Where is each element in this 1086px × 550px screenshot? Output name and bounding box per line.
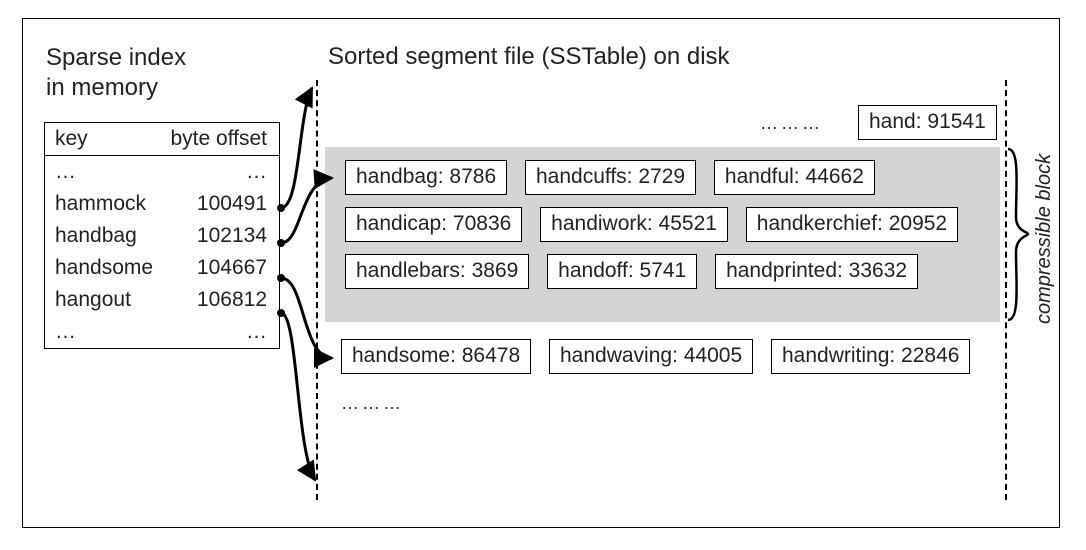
row-offset: 104667: [197, 256, 267, 280]
sparse-title-line1: Sparse index: [46, 44, 186, 71]
sstable-entry: handwaving: 44005: [549, 339, 753, 374]
sstable-entry: handiwork: 45521: [540, 207, 728, 242]
row-offset: 100491: [197, 192, 267, 216]
row-key: handbag: [55, 224, 197, 248]
sstable-entry: handicap: 70836: [345, 207, 522, 242]
block-row: handlebars: 3869 handoff: 5741 handprint…: [339, 249, 996, 294]
table-row: handbag 102134: [45, 220, 279, 252]
ellipsis-top: ………: [760, 113, 823, 134]
sstable-entry: handcuffs: 2729: [525, 160, 696, 195]
compressible-block: handbag: 8786 handcuffs: 2729 handful: 4…: [325, 147, 1000, 322]
row-key: handsome: [55, 256, 197, 280]
row-offset: …: [246, 160, 267, 184]
sstable-entry: handprinted: 33632: [715, 254, 918, 289]
sparse-index-header: key byte offset: [45, 123, 279, 156]
sstable-entry: handsome: 86478: [341, 339, 531, 374]
row-offset: 106812: [197, 288, 267, 312]
table-row: hammock 100491: [45, 188, 279, 220]
row-key: hammock: [55, 192, 197, 216]
sparse-index-title: Sparse index in memory: [46, 43, 186, 103]
block-row: handicap: 70836 handiwork: 45521 handker…: [339, 202, 996, 247]
block-row: handbag: 8786 handcuffs: 2729 handful: 4…: [339, 155, 996, 200]
table-row: … …: [45, 316, 279, 348]
sparse-title-line2: in memory: [46, 74, 158, 101]
sstable-entry: handkerchief: 20952: [746, 207, 958, 242]
table-row: handsome 104667: [45, 252, 279, 284]
sparse-index-table: key byte offset … … hammock 100491 handb…: [44, 122, 280, 349]
segment-start-divider: [316, 80, 318, 500]
row-offset: …: [246, 320, 267, 344]
sstable-entry: hand: 91541: [858, 105, 997, 140]
header-key: key: [55, 127, 170, 151]
segment-title: Sorted segment file (SSTable) on disk: [328, 43, 730, 71]
block-row: handsome: 86478 handwaving: 44005 handwr…: [335, 334, 1000, 379]
row-after-block: handsome: 86478 handwaving: 44005 handwr…: [325, 332, 1000, 381]
row-key: hangout: [55, 288, 197, 312]
sstable-entry: handlebars: 3869: [345, 254, 529, 289]
diagram-canvas: Sparse index in memory key byte offset ……: [0, 0, 1086, 550]
sstable-entry: handoff: 5741: [547, 254, 697, 289]
row-key: …: [55, 320, 246, 344]
row-key: …: [55, 160, 246, 184]
brace-icon: [1006, 147, 1030, 322]
compressible-block-label: compressible block: [1033, 154, 1056, 324]
sstable-entry: handwriting: 22846: [771, 339, 970, 374]
header-offset: byte offset: [170, 127, 267, 151]
sstable-entry: handbag: 8786: [345, 160, 507, 195]
row-offset: 102134: [197, 224, 267, 248]
entry-before-block: hand: 91541: [852, 100, 1003, 145]
ellipsis-bottom: ………: [341, 393, 404, 414]
table-row: … …: [45, 156, 279, 188]
table-row: hangout 106812: [45, 284, 279, 316]
sstable-entry: handful: 44662: [714, 160, 875, 195]
